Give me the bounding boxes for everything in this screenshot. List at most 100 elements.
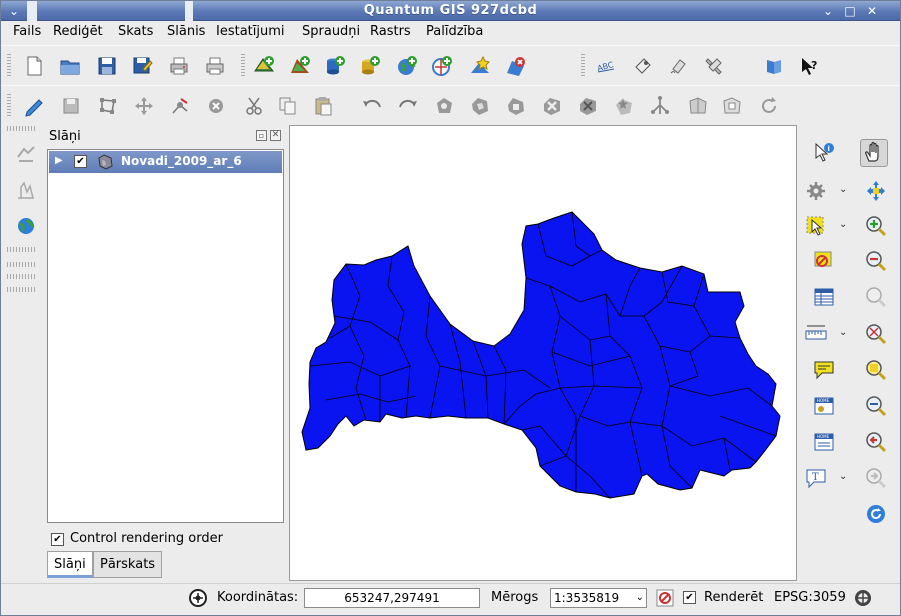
zoom-last-icon[interactable] bbox=[862, 428, 890, 456]
map-tips-icon[interactable] bbox=[810, 356, 838, 384]
add-ring-icon[interactable] bbox=[431, 93, 457, 119]
toggle-editing-icon[interactable] bbox=[22, 93, 48, 119]
toolbar-grip[interactable] bbox=[7, 94, 11, 118]
layer-row[interactable]: ▶ ✔ Novadi_2009_ar_6 bbox=[49, 151, 282, 173]
toolbar-grip[interactable] bbox=[581, 54, 585, 78]
select-features-icon[interactable] bbox=[802, 212, 830, 240]
settings-icon[interactable] bbox=[701, 53, 727, 79]
add-postgis-layer-icon[interactable] bbox=[322, 53, 348, 79]
move-feature-icon[interactable] bbox=[131, 93, 157, 119]
tab-slani[interactable]: Slāņi bbox=[47, 551, 93, 578]
toolbar-grip[interactable] bbox=[7, 54, 11, 78]
toolbar-grip[interactable] bbox=[241, 54, 245, 78]
delete-selected-icon[interactable] bbox=[203, 93, 229, 119]
menu-fails[interactable]: Fails bbox=[13, 24, 41, 39]
close-panel-button[interactable]: ✕ bbox=[270, 130, 281, 141]
measure-line-icon[interactable] bbox=[802, 320, 830, 348]
coordinates-field[interactable]: 653247,297491 bbox=[304, 588, 480, 608]
refresh-icon[interactable] bbox=[756, 93, 782, 119]
control-rendering-order-checkbox[interactable]: ✔ bbox=[51, 533, 64, 546]
crs-label[interactable]: EPSG:3059 bbox=[774, 590, 846, 605]
zoom-in-icon[interactable] bbox=[862, 212, 890, 240]
menu-rediget[interactable]: Rediģēt bbox=[53, 24, 103, 39]
coordinate-capture-icon[interactable] bbox=[187, 587, 209, 609]
save-edits-icon[interactable] bbox=[58, 93, 84, 119]
node-tool-icon[interactable] bbox=[167, 93, 193, 119]
left-toolbar-grip[interactable] bbox=[7, 262, 35, 267]
cut-features-icon[interactable] bbox=[241, 93, 267, 119]
label-icon[interactable]: ABC bbox=[593, 53, 619, 79]
chevron-down-icon[interactable]: ⌄ bbox=[839, 184, 847, 195]
left-toolbar-grip[interactable] bbox=[7, 126, 35, 131]
run-feature-action-icon[interactable] bbox=[802, 177, 830, 205]
paste-features-icon[interactable] bbox=[310, 93, 336, 119]
layer-tree[interactable]: ▶ ✔ Novadi_2009_ar_6 bbox=[47, 149, 284, 523]
histogram-icon[interactable] bbox=[13, 177, 39, 203]
menu-iestatijumi[interactable]: Iestatījumi bbox=[216, 24, 285, 39]
open-project-icon[interactable] bbox=[57, 53, 83, 79]
add-feature-icon[interactable] bbox=[13, 141, 39, 167]
layer-visibility-checkbox[interactable]: ✔ bbox=[74, 155, 87, 168]
delete-ring-icon[interactable] bbox=[539, 93, 565, 119]
add-wfs-layer-icon[interactable] bbox=[429, 53, 455, 79]
map-canvas[interactable] bbox=[289, 125, 797, 581]
rotate-point-symbols-icon[interactable] bbox=[719, 93, 745, 119]
tab-parskats[interactable]: Pārskats bbox=[93, 551, 163, 578]
left-toolbar-grip[interactable] bbox=[7, 247, 35, 252]
pan-icon[interactable] bbox=[860, 139, 888, 167]
undo-icon[interactable] bbox=[359, 93, 385, 119]
deselect-features-icon[interactable] bbox=[810, 247, 838, 275]
left-toolbar-grip[interactable] bbox=[7, 274, 35, 279]
left-toolbar-grip[interactable] bbox=[7, 287, 35, 292]
zoom-full-icon[interactable] bbox=[862, 320, 890, 348]
projection-globe-icon[interactable] bbox=[852, 587, 874, 609]
split-features-icon[interactable] bbox=[647, 93, 673, 119]
zoom-to-layer-icon[interactable] bbox=[862, 356, 890, 384]
new-bookmark-icon[interactable]: HOME bbox=[810, 392, 838, 420]
zoom-to-selection-icon[interactable] bbox=[862, 283, 890, 311]
add-wms-layer-icon[interactable] bbox=[394, 53, 420, 79]
maximize-button[interactable]: □ bbox=[841, 3, 859, 19]
scale-combobox[interactable]: 1:3535819 ⌄ bbox=[550, 588, 647, 608]
menu-rastrs[interactable]: Rastrs bbox=[370, 24, 411, 39]
capture-polygon-icon[interactable] bbox=[95, 93, 121, 119]
print-icon[interactable] bbox=[202, 53, 228, 79]
menu-slanis[interactable]: Slānis bbox=[167, 24, 205, 39]
remove-layer-icon[interactable] bbox=[503, 53, 529, 79]
minimize-button[interactable]: ⌄ bbox=[819, 3, 837, 19]
chevron-down-icon[interactable]: ⌄ bbox=[839, 327, 847, 338]
zoom-to-native-icon[interactable] bbox=[862, 392, 890, 420]
whats-this-icon[interactable]: ? bbox=[796, 53, 822, 79]
pan-to-selection-icon[interactable] bbox=[862, 177, 890, 205]
add-spatialite-layer-icon[interactable] bbox=[357, 53, 383, 79]
add-vector-layer-icon[interactable] bbox=[251, 53, 277, 79]
zoom-next-icon[interactable] bbox=[862, 464, 890, 492]
close-button[interactable]: ✕ bbox=[863, 3, 881, 19]
zoom-out-icon[interactable] bbox=[862, 247, 890, 275]
add-island-icon[interactable] bbox=[467, 93, 493, 119]
copy-features-icon[interactable] bbox=[275, 93, 301, 119]
float-panel-button[interactable]: ▫ bbox=[256, 130, 267, 141]
expand-arrow-icon[interactable]: ▶ bbox=[55, 155, 63, 166]
print-composer-icon[interactable] bbox=[166, 53, 192, 79]
add-raster-layer-icon[interactable] bbox=[287, 53, 313, 79]
chevron-down-icon[interactable]: ⌄ bbox=[839, 471, 847, 482]
new-vector-layer-icon[interactable] bbox=[467, 53, 493, 79]
show-bookmarks-icon[interactable]: HOME bbox=[810, 428, 838, 456]
simplify-icon[interactable] bbox=[503, 93, 529, 119]
new-project-icon[interactable] bbox=[21, 53, 47, 79]
globe-icon[interactable] bbox=[13, 213, 39, 239]
stop-render-icon[interactable] bbox=[654, 587, 676, 609]
save-as-icon[interactable] bbox=[129, 53, 155, 79]
chevron-down-icon[interactable]: ⌄ bbox=[839, 219, 847, 230]
chevron-down-icon[interactable]: ⌄ bbox=[636, 589, 644, 607]
python-plugin-icon[interactable] bbox=[665, 53, 691, 79]
plugin-manager-icon[interactable] bbox=[630, 53, 656, 79]
help-contents-icon[interactable] bbox=[761, 53, 787, 79]
save-project-icon[interactable] bbox=[94, 53, 120, 79]
redo-icon[interactable] bbox=[395, 93, 421, 119]
refresh-map-icon[interactable] bbox=[862, 500, 890, 528]
merge-features-icon[interactable] bbox=[685, 93, 711, 119]
menu-palidziba[interactable]: Palīdzība bbox=[426, 24, 483, 39]
attribute-table-icon[interactable] bbox=[810, 283, 838, 311]
